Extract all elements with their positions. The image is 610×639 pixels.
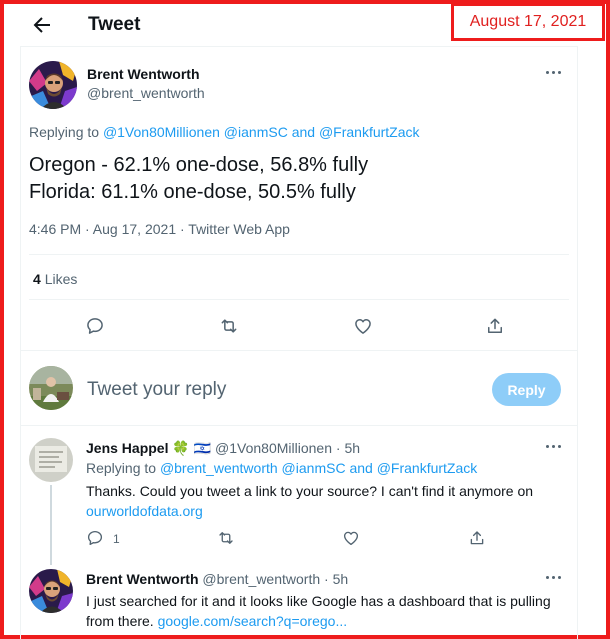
reply-text: Thanks. Could you tweet a link to your s… — [86, 481, 571, 521]
divider — [29, 299, 569, 300]
more-icon[interactable] — [545, 444, 563, 450]
author-handle[interactable]: @brent_wentworth — [87, 85, 205, 103]
thread-connector — [50, 485, 52, 565]
date-annotation: August 17, 2021 — [451, 3, 605, 41]
divider — [20, 425, 577, 426]
reply-author-name[interactable]: Brent Wentworth — [86, 571, 199, 587]
reply-icon[interactable] — [85, 316, 105, 336]
column-border-right — [577, 46, 578, 639]
retweet-icon[interactable] — [217, 529, 235, 547]
tweet-timestamp[interactable]: 4:46 PM · Aug 17, 2021 · Twitter Web App — [29, 221, 290, 237]
url-link[interactable]: ourworldofdata.org — [86, 501, 571, 521]
reply-author-handle[interactable]: @1Von80Millionen — [215, 440, 332, 456]
my-avatar[interactable] — [29, 366, 73, 410]
divider — [20, 350, 577, 351]
mention-link[interactable]: @ianmSC — [282, 460, 346, 476]
reply-author-handle[interactable]: @brent_wentworth — [202, 571, 320, 587]
reply-count: 1 — [113, 532, 120, 546]
reply-time[interactable]: · 5h — [336, 440, 360, 456]
more-icon[interactable] — [545, 70, 563, 76]
mention-link[interactable]: @FrankfurtZack — [319, 124, 420, 140]
flag-emojis: 🍀 🇮🇱 — [172, 440, 212, 456]
mention-link[interactable]: @1Von80Millionen — [103, 124, 220, 140]
mention-link[interactable]: @brent_wentworth — [160, 460, 278, 476]
replying-to-line: Replying to @1Von80Millionen @ianmSC and… — [29, 124, 420, 140]
reply-author-avatar[interactable] — [29, 438, 73, 482]
reply-header: Jens Happel 🍀 🇮🇱 @1Von80Millionen · 5h — [86, 440, 360, 457]
back-arrow-icon[interactable] — [30, 13, 54, 37]
divider — [29, 254, 569, 255]
like-icon[interactable] — [353, 316, 373, 336]
reply-compose-input[interactable]: Tweet your reply — [87, 379, 226, 401]
divider — [20, 46, 577, 47]
reply-time[interactable]: · 5h — [324, 571, 348, 587]
page-title: Tweet — [88, 14, 141, 35]
mention-link[interactable]: @ianmSC — [224, 124, 288, 140]
share-icon[interactable] — [468, 529, 486, 547]
reply-author-name[interactable]: Jens Happel — [86, 440, 168, 456]
like-icon[interactable] — [342, 529, 360, 547]
reply-text: I just searched for it and it looks like… — [86, 593, 551, 629]
top-bar: Tweet — [20, 8, 140, 42]
more-icon[interactable] — [545, 575, 563, 581]
mention-link[interactable]: @FrankfurtZack — [377, 460, 478, 476]
reply-header: Brent Wentworth @brent_wentworth · 5h — [86, 571, 348, 587]
replying-to-line: Replying to @brent_wentworth @ianmSC and… — [86, 460, 478, 476]
url-link[interactable]: google.com/search?q=orego... — [158, 613, 348, 629]
reply-author-avatar[interactable] — [29, 569, 73, 613]
reply-icon[interactable] — [86, 529, 104, 547]
retweet-icon[interactable] — [219, 316, 239, 336]
reply-button[interactable]: Reply — [492, 373, 561, 406]
share-icon[interactable] — [485, 316, 505, 336]
column-border-left — [20, 46, 21, 639]
author-name[interactable]: Brent Wentworth — [87, 66, 200, 84]
likes-stat[interactable]: 4 Likes — [33, 271, 77, 287]
author-avatar[interactable] — [29, 61, 77, 109]
tweet-text: Oregon - 62.1% one-dose, 56.8% fully Flo… — [29, 154, 369, 203]
